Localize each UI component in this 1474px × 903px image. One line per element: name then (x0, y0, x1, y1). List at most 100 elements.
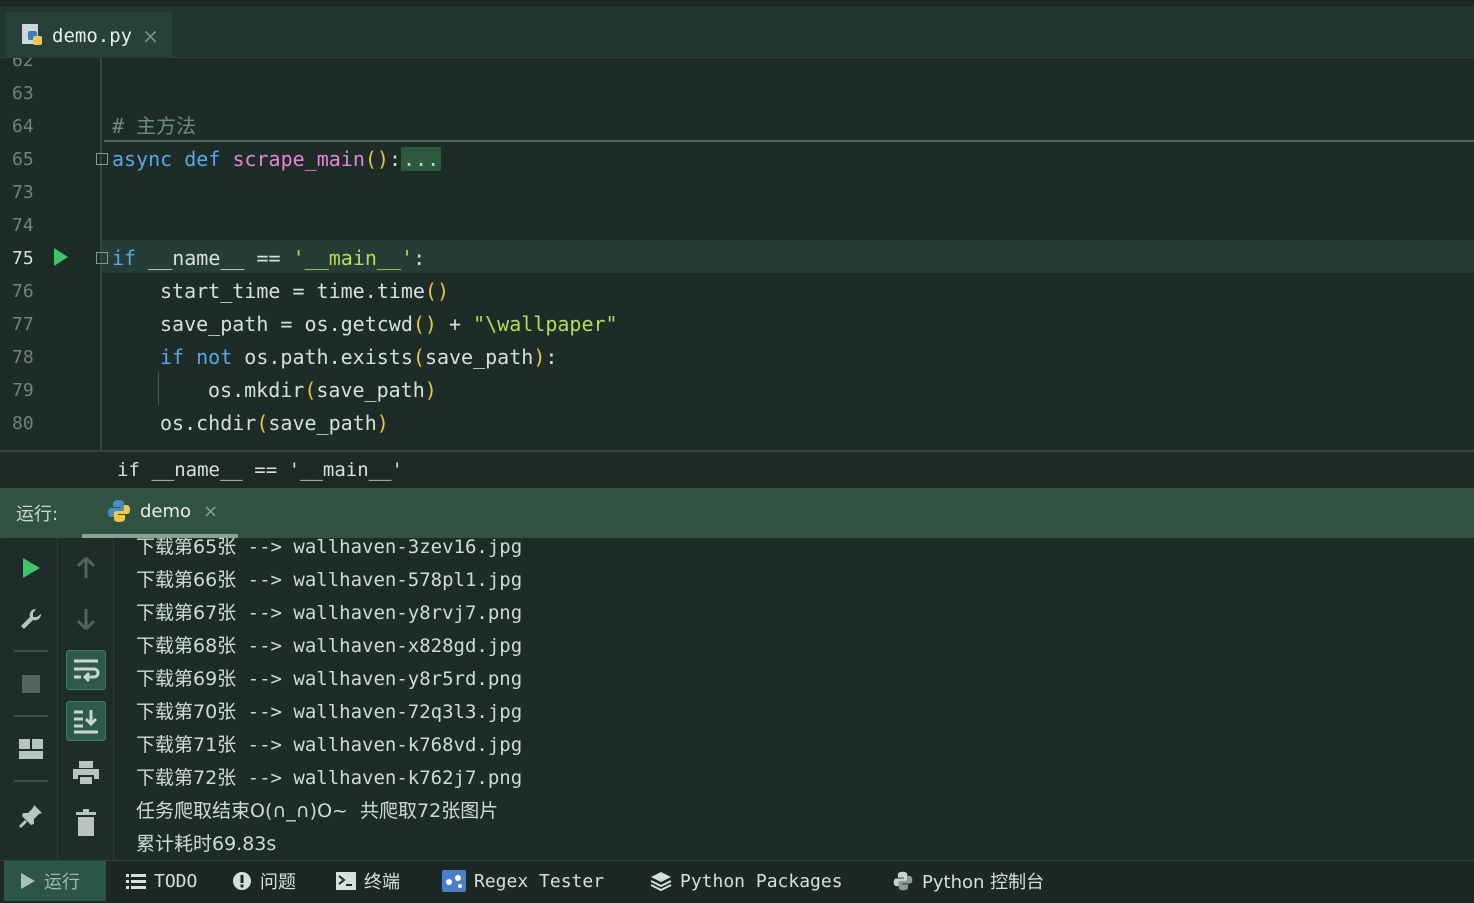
scroll-down-button[interactable] (66, 599, 106, 639)
code-line-76: start_time = time.time() (160, 275, 449, 308)
output-text: 下载第68张 (136, 635, 237, 657)
terminal-label: 终端 (364, 872, 400, 893)
trash-icon (76, 809, 96, 836)
output-text: --> wallhaven-x828gd.jpg (236, 635, 523, 657)
paren-close: ) (533, 345, 546, 369)
output-text: 累计耗时69.83s (136, 833, 277, 855)
todo-tool-button[interactable]: TODO (126, 861, 197, 901)
breadcrumb-item[interactable]: if __name__ == '__main__' (117, 459, 403, 481)
line-number: 80 (12, 413, 34, 434)
output-text: 下载第72张 (136, 767, 237, 789)
toolbar-separator (14, 780, 48, 782)
output-text: 任务爬取结束O(∩_∩)O~ 共爬取72张图片 (136, 800, 499, 822)
regex-icon (442, 870, 466, 892)
code-editor[interactable]: 62 63 64 65 73 74 75 76 77 78 79 80 # 主方… (0, 58, 1474, 450)
output-text: --> wallhaven-y8rvj7.png (236, 602, 523, 624)
layout-icon (19, 739, 43, 759)
output-text: 下载第66张 (136, 569, 237, 591)
output-text: --> wallhaven-3zev16.jpg (236, 538, 523, 558)
pin-button[interactable] (11, 796, 51, 836)
line-number: 62 (12, 58, 34, 71)
console-output-line: 下载第65张 --> wallhaven-3zev16.jpg (136, 538, 522, 564)
console-output-line: 下载第67张 --> wallhaven-y8rvj7.png (136, 597, 522, 630)
run-toolbar-secondary (60, 538, 114, 860)
method-separator (104, 140, 1474, 142)
code-line-65: async def scrape_main():... (112, 143, 442, 176)
line-number-current: 75 (12, 248, 34, 269)
line-number: 64 (12, 116, 34, 137)
line-number: 73 (12, 182, 34, 203)
close-tab-icon[interactable]: × (142, 24, 159, 48)
output-text: --> wallhaven-k768vd.jpg (236, 734, 523, 756)
comment: # 主方法 (112, 114, 197, 138)
line-number: 63 (12, 83, 34, 104)
output-text: 下载第65张 (136, 538, 237, 558)
console-output-line: 下载第69张 --> wallhaven-y8r5rd.png (136, 663, 522, 696)
fold-collapse-icon[interactable] (96, 252, 108, 264)
console-output-line: 累计耗时69.83s (136, 828, 276, 860)
terminal-icon (336, 872, 356, 890)
python-file-icon (22, 24, 42, 45)
code-text: os.mkdir (208, 378, 305, 402)
settings-button[interactable] (11, 599, 51, 639)
line-number: 78 (12, 347, 34, 368)
code-text: os.chdir (160, 411, 257, 435)
arrow-down-icon (76, 609, 96, 631)
code-line-80: os.chdir(save_path) (160, 407, 389, 440)
run-tool-button[interactable]: 运行 (4, 861, 106, 901)
console-output-line: 下载第72张 --> wallhaven-k762j7.png (136, 762, 522, 795)
wrench-icon (21, 608, 42, 629)
terminal-tool-button[interactable]: 终端 (336, 861, 400, 901)
keyword-async: async (112, 147, 173, 171)
close-run-tab-icon[interactable]: × (203, 501, 218, 522)
code-line-75: if __name__ == '__main__': (112, 242, 425, 275)
console-output-line: 任务爬取结束O(∩_∩)O~ 共爬取72张图片 (136, 795, 498, 828)
scroll-to-end-toggle[interactable] (66, 701, 106, 741)
code-line-78: if not os.path.exists(save_path): (160, 341, 557, 374)
run-icon (23, 558, 40, 578)
run-tab-demo[interactable]: demo × (82, 488, 238, 538)
toolbar-separator (14, 650, 48, 652)
colon: : (545, 345, 558, 369)
keyword-def: def (184, 147, 221, 171)
output-text: --> wallhaven-k762j7.png (236, 767, 523, 789)
arrow-up-icon (76, 556, 96, 578)
stop-button[interactable] (11, 664, 51, 704)
output-text: --> wallhaven-72q3l3.jpg (236, 701, 523, 723)
soft-wrap-toggle[interactable] (66, 650, 106, 690)
paren-open: ( (304, 378, 317, 402)
line-number: 65 (12, 149, 34, 170)
print-button[interactable] (66, 753, 106, 793)
code-text: save_path (424, 345, 534, 369)
tab-demo-py[interactable]: demo.py × (6, 12, 172, 64)
code-text: + (436, 312, 474, 336)
rerun-button[interactable] (11, 548, 51, 588)
layout-button[interactable] (11, 729, 51, 769)
code-line-79: os.mkdir(save_path) (208, 374, 437, 407)
python-packages-tool-button[interactable]: Python Packages (650, 861, 843, 901)
run-console[interactable]: 下载第65张 --> wallhaven-3zev16.jpg 下载第66张 -… (0, 538, 1474, 860)
run-tab-label: demo (140, 500, 192, 522)
fold-expand-icon[interactable] (96, 153, 108, 165)
clear-console-button[interactable] (66, 803, 106, 843)
problems-tool-button[interactable]: 问题 (232, 861, 296, 901)
folded-body[interactable]: ... (401, 147, 442, 171)
problems-label: 问题 (260, 872, 296, 893)
parens: () (364, 147, 389, 171)
toolbar-separator (14, 715, 48, 717)
code-text: save_path (268, 411, 377, 435)
console-output-line: 下载第68张 --> wallhaven-x828gd.jpg (136, 630, 522, 663)
python-icon (893, 871, 913, 891)
python-console-tool-button[interactable]: Python 控制台 (892, 861, 1044, 901)
regex-tester-tool-button[interactable]: Regex Tester (442, 861, 604, 901)
keyword-if: if (112, 246, 137, 270)
todo-label: TODO (154, 870, 198, 892)
keyword-if: if (160, 345, 185, 369)
console-output-line: 下载第66张 --> wallhaven-578pl1.jpg (136, 564, 522, 597)
breadcrumb[interactable]: if __name__ == '__main__' (0, 450, 1474, 488)
output-text: --> wallhaven-578pl1.jpg (236, 569, 523, 591)
run-gutter-icon[interactable] (54, 248, 68, 266)
tab-filename: demo.py (52, 25, 133, 47)
parens: () (412, 312, 437, 336)
scroll-up-button[interactable] (66, 548, 106, 588)
